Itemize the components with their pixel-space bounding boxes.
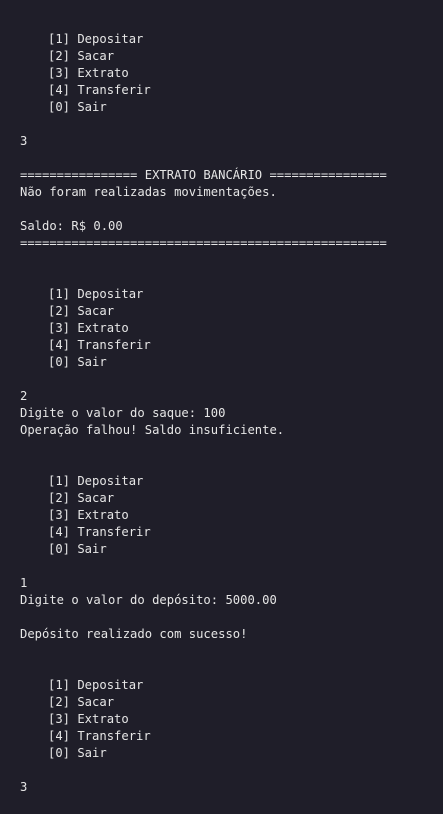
menu-option-depositar: [1] Depositar <box>48 474 144 488</box>
menu-option-transferir: [4] Transferir <box>48 338 151 352</box>
withdraw-prompt: Digite o valor do saque: 100 <box>20 406 226 420</box>
menu-option-extrato: [3] Extrato <box>48 66 129 80</box>
menu-option-transferir: [4] Transferir <box>48 729 151 743</box>
user-input: 3 <box>20 780 28 794</box>
terminal-output: [1] Depositar [2] Sacar [3] Extrato [4] … <box>0 0 443 814</box>
menu-option-transferir: [4] Transferir <box>48 525 151 539</box>
menu-option-sair: [0] Sair <box>48 100 107 114</box>
menu-option-extrato: [3] Extrato <box>48 508 129 522</box>
statement-header: ================ EXTRATO BANCÁRIO ======… <box>20 168 387 182</box>
statement-no-movements: Não foram realizadas movimentações. <box>20 185 277 199</box>
menu-option-sacar: [2] Sacar <box>48 49 115 63</box>
menu-option-transferir: [4] Transferir <box>48 83 151 97</box>
menu-option-sacar: [2] Sacar <box>48 695 115 709</box>
user-input: 2 <box>20 389 28 403</box>
statement-footer: ========================================… <box>20 236 387 250</box>
menu-option-depositar: [1] Depositar <box>48 287 144 301</box>
statement-balance: Saldo: R$ 0.00 <box>20 219 123 233</box>
menu-option-sair: [0] Sair <box>48 746 107 760</box>
user-input: 1 <box>20 576 28 590</box>
deposit-prompt: Digite o valor do depósito: 5000.00 <box>20 593 277 607</box>
menu-option-sacar: [2] Sacar <box>48 304 115 318</box>
menu-option-extrato: [3] Extrato <box>48 321 129 335</box>
menu-option-depositar: [1] Depositar <box>48 678 144 692</box>
menu-option-sair: [0] Sair <box>48 355 107 369</box>
menu-option-depositar: [1] Depositar <box>48 32 144 46</box>
menu-option-sair: [0] Sair <box>48 542 107 556</box>
deposit-success-message: Depósito realizado com sucesso! <box>20 627 248 641</box>
menu-option-sacar: [2] Sacar <box>48 491 115 505</box>
user-input: 3 <box>20 134 28 148</box>
withdraw-error-message: Operação falhou! Saldo insuficiente. <box>20 423 285 437</box>
menu-option-extrato: [3] Extrato <box>48 712 129 726</box>
